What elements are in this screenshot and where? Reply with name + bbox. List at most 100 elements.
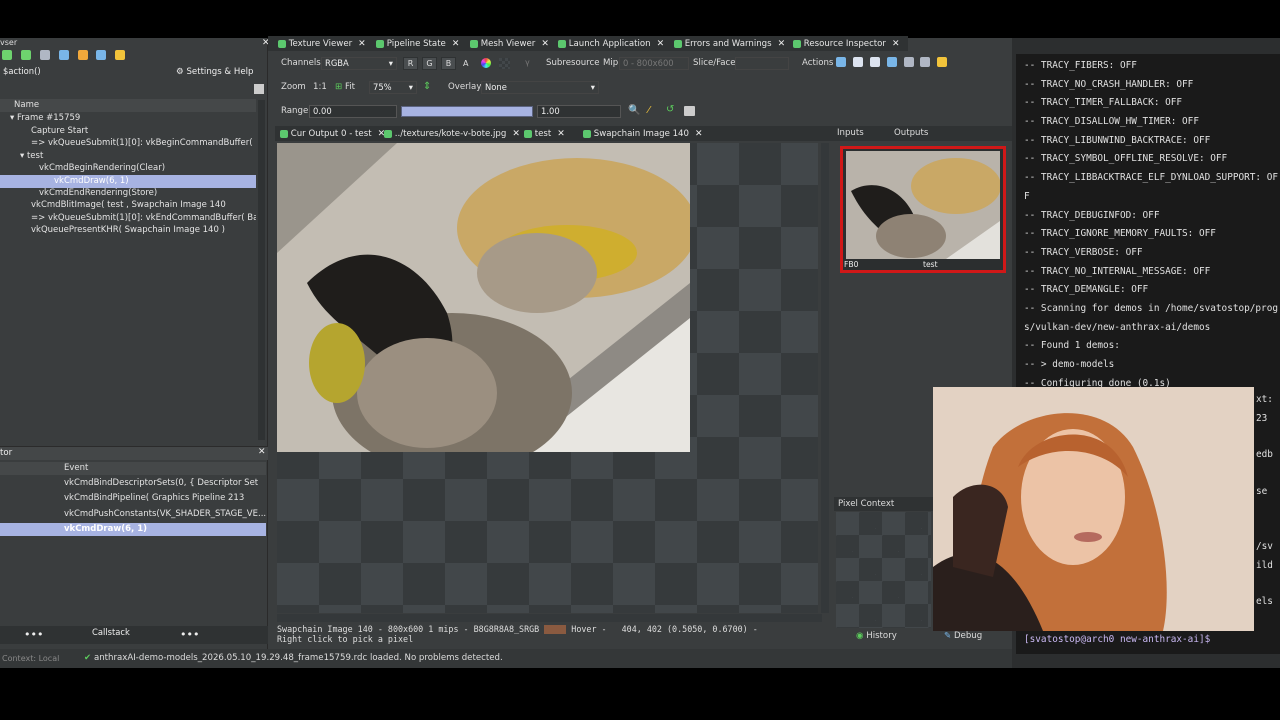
tab-pipeline-state[interactable]: Pipeline State ✕ <box>376 38 459 50</box>
tab-resource-inspector[interactable]: Resource Inspector ✕ <box>793 38 900 50</box>
grid-icon[interactable] <box>836 57 846 67</box>
range-max-input[interactable]: 1.00 <box>537 105 621 118</box>
callstack-label[interactable]: Callstack <box>92 627 130 637</box>
tab-texture-viewer[interactable]: Texture Viewer ✕ <box>278 38 366 50</box>
link-icon[interactable] <box>920 57 931 67</box>
tree-item-capture-start[interactable]: Capture Start <box>0 125 256 138</box>
zoom-select[interactable]: 75% ▾ <box>369 81 417 94</box>
tab-mesh-viewer[interactable]: Mesh Viewer ✕ <box>470 38 549 50</box>
tab-close-icon[interactable]: ✕ <box>695 129 703 139</box>
channel-g-toggle[interactable]: G <box>422 57 437 70</box>
actions-label: Actions <box>802 58 834 68</box>
subtab-swapchain[interactable]: Swapchain Image 140 ✕ <box>583 128 703 140</box>
settings-help-button[interactable]: ⚙ Settings & Help <box>176 66 253 78</box>
flip-icon[interactable]: ⇕ <box>423 81 431 92</box>
histogram-icon[interactable] <box>684 106 695 116</box>
terminal-fragment: edb <box>1256 449 1273 461</box>
bookmark-icon[interactable] <box>77 50 88 60</box>
hover-value: 404, 402 (0.5050, 0.6700) - <box>621 624 758 634</box>
copy-icon[interactable] <box>852 57 863 67</box>
color-picker-icon[interactable] <box>481 58 491 68</box>
channels-select[interactable]: RGBA ▾ <box>321 57 397 70</box>
tree-item-draw-selected[interactable]: vkCmdDraw(6, 1) <box>0 175 256 188</box>
event-filter-input[interactable]: $action() <box>0 66 170 78</box>
goto-icon[interactable] <box>903 57 914 67</box>
open-icon[interactable] <box>886 57 897 67</box>
export-icon[interactable] <box>96 50 107 60</box>
range-min-input[interactable]: 0.00 <box>309 105 397 118</box>
settings-icon[interactable] <box>115 50 126 60</box>
api-event-row[interactable]: vkCmdBindDescriptorSets(0, { Descriptor … <box>0 477 266 490</box>
tree-item-begin-rendering[interactable]: vkCmdBeginRendering(Clear) <box>0 162 256 175</box>
terminal-line: -- TRACY_NO_INTERNAL_MESSAGE: OFF <box>1024 265 1211 277</box>
tree-item-frame[interactable]: ▾ Frame #15759 <box>0 112 256 125</box>
channel-a-toggle[interactable]: A <box>463 59 468 68</box>
api-event-row[interactable]: vkCmdBindPipeline( Graphics Pipeline 213 <box>0 492 266 505</box>
auto-fit-icon[interactable]: ⁄ <box>648 105 650 116</box>
tab-close-icon[interactable]: ✕ <box>512 129 520 139</box>
api-inspector-close-icon[interactable]: ✕ <box>258 447 266 457</box>
tab-errors-warnings[interactable]: Errors and Warnings ✕ <box>674 38 785 50</box>
terminal-prompt[interactable]: [svatostop@arch0 new-anthrax-ai]$ <box>1024 634 1210 645</box>
tab-close-icon[interactable]: ✕ <box>541 39 549 49</box>
back-arrow-icon[interactable] <box>2 50 12 60</box>
more-icon[interactable]: ••• <box>24 628 43 641</box>
subtab-test[interactable]: test ✕ <box>524 128 565 140</box>
mip-select[interactable]: 0 - 800x600 <box>619 57 689 70</box>
chevron-down-icon: ▾ <box>590 82 595 92</box>
outputs-tab[interactable]: Outputs <box>894 128 928 138</box>
api-event-row-selected[interactable]: vkCmdDraw(6, 1) <box>0 523 266 536</box>
slice-face-select[interactable] <box>735 57 789 70</box>
event-tree-scrollbar[interactable] <box>258 100 265 440</box>
terminal-line: -- TRACY_DISALLOW_HW_TIMER: OFF <box>1024 116 1199 128</box>
subtab-cur-output[interactable]: Cur Output 0 - test ✕ <box>280 128 385 140</box>
tab-launch-application[interactable]: Launch Application ✕ <box>558 38 664 50</box>
zoom-range-icon[interactable]: 🔍 <box>628 105 640 116</box>
fit-button[interactable]: ⊞ Fit <box>335 82 355 92</box>
more-icon[interactable]: ••• <box>180 628 199 641</box>
terminal-line: -- TRACY_IGNORE_MEMORY_FAULTS: OFF <box>1024 228 1216 240</box>
document-icon[interactable] <box>254 84 264 94</box>
image-icon <box>384 129 392 138</box>
output-thumbnail-selected[interactable]: FB0 test <box>840 146 1006 273</box>
debug-button[interactable]: ✎ Debug <box>944 631 982 641</box>
timeline-icon[interactable] <box>58 50 69 60</box>
tree-item-blit-image[interactable]: vkCmdBlitImage( test , Swapchain Image 1… <box>0 199 256 212</box>
tree-item-queue-submit-end[interactable]: => vkQueueSubmit(1)[0]: vkEndCommandBuff… <box>0 212 256 225</box>
canvas-horizontal-scrollbar[interactable] <box>277 614 822 622</box>
pixel-context-view[interactable] <box>836 512 931 628</box>
tree-item-end-rendering[interactable]: vkCmdEndRendering(Store) <box>0 187 256 200</box>
zoom-1-1-button[interactable]: 1:1 <box>313 82 327 92</box>
texture-status-bar: Swapchain Image 140 - 800x600 1 mips - B… <box>277 624 758 634</box>
alpha-checker-icon[interactable] <box>499 58 510 69</box>
inputs-tab[interactable]: Inputs <box>837 128 864 138</box>
name-column-header[interactable]: Name <box>0 99 256 112</box>
history-button[interactable]: ◉ History <box>856 631 897 641</box>
channel-b-toggle[interactable]: B <box>441 57 456 70</box>
subtab-texture-file[interactable]: ../textures/kote-v-bote.jpg ✕ <box>384 128 520 140</box>
tab-close-icon[interactable]: ✕ <box>657 39 665 49</box>
tab-close-icon[interactable]: ✕ <box>452 39 460 49</box>
tab-close-icon[interactable]: ✕ <box>358 39 366 49</box>
save-icon[interactable] <box>869 57 880 67</box>
tree-item-test-group[interactable]: ▾ test <box>0 150 256 163</box>
canvas-vertical-scrollbar[interactable] <box>821 143 829 613</box>
reset-range-icon[interactable]: ↺ <box>666 104 674 115</box>
settings-gear-icon[interactable] <box>937 57 948 67</box>
overlay-select[interactable]: None ▾ <box>481 81 599 94</box>
tab-close-icon[interactable]: ✕ <box>557 129 565 139</box>
range-histogram-slider[interactable] <box>401 106 533 117</box>
tree-item-queue-submit[interactable]: => vkQueueSubmit(1)[0]: vkBeginCommandBu… <box>0 137 256 150</box>
event-column-header[interactable]: Event <box>0 462 266 475</box>
terminal-line: s/vulkan-dev/new-anthrax-ai/demos <box>1024 321 1211 333</box>
tab-close-icon[interactable]: ✕ <box>778 39 786 49</box>
forward-arrow-icon[interactable] <box>20 50 31 60</box>
terminal-line: -- Found 1 demos: <box>1024 340 1120 352</box>
find-icon[interactable] <box>39 50 50 60</box>
subresource-label: Subresource <box>546 58 600 68</box>
tab-close-icon[interactable]: ✕ <box>892 39 900 49</box>
channel-r-toggle[interactable]: R <box>403 57 418 70</box>
slice-face-label: Slice/Face <box>693 58 736 68</box>
tree-item-queue-present[interactable]: vkQueuePresentKHR( Swapchain Image 140 ) <box>0 224 256 237</box>
api-event-row[interactable]: vkCmdPushConstants(VK_SHADER_STAGE_VE... <box>0 508 266 521</box>
